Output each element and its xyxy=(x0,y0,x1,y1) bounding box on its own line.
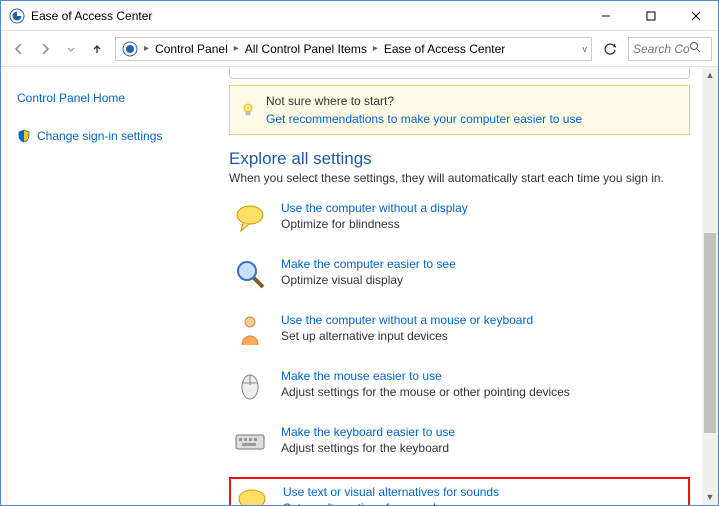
setting-link[interactable]: Use the computer without a mouse or keyb… xyxy=(281,313,533,327)
setting-desc: Adjust settings for the mouse or other p… xyxy=(281,385,570,399)
lightbulb-icon xyxy=(240,102,256,118)
minimize-button[interactable] xyxy=(583,1,628,31)
titlebar: Ease of Access Center xyxy=(1,1,718,31)
setting-desc: Adjust settings for the keyboard xyxy=(281,441,455,455)
chevron-right-icon[interactable]: ▸ xyxy=(371,43,380,54)
breadcrumb[interactable]: ▸ Control Panel ▸ All Control Panel Item… xyxy=(115,37,592,61)
breadcrumb-ease-of-access[interactable]: Ease of Access Center xyxy=(380,38,509,60)
setting-sound-alternatives: Use text or visual alternatives for soun… xyxy=(229,477,690,505)
info-question: Not sure where to start? xyxy=(266,94,394,108)
sidebar-home-label: Control Panel Home xyxy=(17,91,125,105)
person-icon xyxy=(233,313,267,347)
recent-locations-button[interactable] xyxy=(59,37,83,61)
close-button[interactable] xyxy=(673,1,718,31)
control-panel-home-link[interactable]: Control Panel Home xyxy=(17,85,201,111)
setting-mouse-easier: Make the mouse easier to use Adjust sett… xyxy=(229,365,700,407)
search-input[interactable] xyxy=(633,42,689,56)
setting-desc: Set up alternative input devices xyxy=(281,329,533,343)
setting-keyboard-easier: Make the keyboard easier to use Adjust s… xyxy=(229,421,700,463)
control-panel-icon xyxy=(122,41,138,57)
setting-link[interactable]: Make the computer easier to see xyxy=(281,257,456,271)
scroll-thumb[interactable] xyxy=(704,233,716,433)
refresh-button[interactable] xyxy=(598,37,622,61)
collapsed-section-stub xyxy=(229,67,690,79)
navbar: ▸ Control Panel ▸ All Control Panel Item… xyxy=(1,31,718,67)
scroll-down-arrow[interactable]: ▼ xyxy=(702,489,718,505)
setting-desc: Optimize for blindness xyxy=(281,217,468,231)
search-box[interactable] xyxy=(628,37,712,61)
setting-easier-to-see: Make the computer easier to see Optimize… xyxy=(229,253,700,295)
explore-heading: Explore all settings xyxy=(229,149,700,169)
setting-link[interactable]: Use text or visual alternatives for soun… xyxy=(283,485,499,499)
setting-desc: Set up alternatives for sounds xyxy=(283,501,499,505)
setting-link[interactable]: Make the keyboard easier to use xyxy=(281,425,455,439)
forward-button[interactable] xyxy=(33,37,57,61)
scroll-track[interactable] xyxy=(702,83,718,489)
mouse-icon xyxy=(233,369,267,403)
explore-subtext: When you select these settings, they wil… xyxy=(229,171,700,185)
chevron-right-icon[interactable]: ▸ xyxy=(142,43,151,54)
magnifier-icon xyxy=(233,257,267,291)
sidebar: Control Panel Home Change sign-in settin… xyxy=(1,67,211,505)
setting-desc: Optimize visual display xyxy=(281,273,456,287)
keyboard-icon xyxy=(233,425,267,459)
maximize-button[interactable] xyxy=(628,1,673,31)
speech-bubble-icon xyxy=(233,201,267,235)
scroll-up-arrow[interactable]: ▲ xyxy=(702,67,718,83)
vertical-scrollbar[interactable]: ▲ ▼ xyxy=(702,67,718,505)
shield-icon xyxy=(17,129,31,143)
change-signin-settings-link[interactable]: Change sign-in settings xyxy=(17,123,201,149)
chevron-down-icon[interactable]: v xyxy=(581,44,590,54)
window-title: Ease of Access Center xyxy=(31,9,583,23)
setting-link[interactable]: Make the mouse easier to use xyxy=(281,369,570,383)
search-icon[interactable] xyxy=(689,40,701,58)
breadcrumb-control-panel[interactable]: Control Panel xyxy=(151,38,232,60)
back-button[interactable] xyxy=(7,37,31,61)
setting-link[interactable]: Use the computer without a display xyxy=(281,201,468,215)
setting-without-display: Use the computer without a display Optim… xyxy=(229,197,700,239)
ease-of-access-icon xyxy=(9,8,25,24)
speech-bubble-icon xyxy=(235,485,269,505)
sidebar-signin-label: Change sign-in settings xyxy=(37,129,162,143)
settings-list: Use the computer without a display Optim… xyxy=(229,197,700,505)
main-content: Not sure where to start? Get recommendat… xyxy=(211,67,718,505)
setting-without-mouse-keyboard: Use the computer without a mouse or keyb… xyxy=(229,309,700,351)
up-button[interactable] xyxy=(85,37,109,61)
recommendation-infobox: Not sure where to start? Get recommendat… xyxy=(229,85,690,135)
breadcrumb-all-items[interactable]: All Control Panel Items xyxy=(241,38,371,60)
chevron-right-icon[interactable]: ▸ xyxy=(232,43,241,54)
info-recommendation-link[interactable]: Get recommendations to make your compute… xyxy=(266,112,582,126)
